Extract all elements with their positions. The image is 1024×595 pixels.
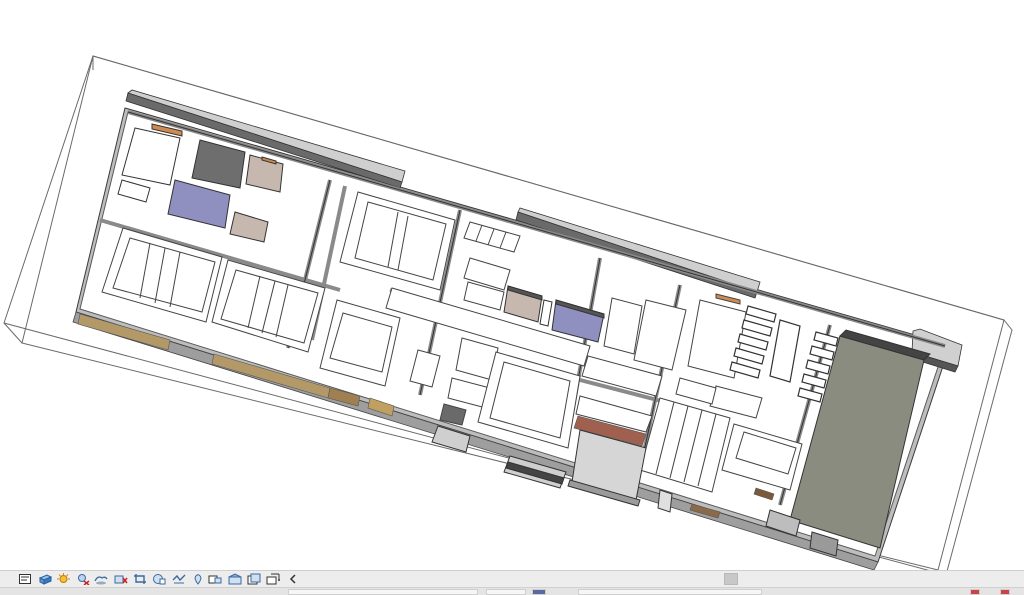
- temporary-view-properties-icon[interactable]: [228, 572, 242, 586]
- status-field: [288, 589, 478, 595]
- status-field: [486, 589, 526, 595]
- status-bar: [0, 587, 1024, 595]
- selection-icon[interactable]: [1000, 589, 1010, 595]
- unlocked-3d-view-icon[interactable]: [172, 572, 186, 586]
- collapse-arrow-icon[interactable]: [286, 572, 300, 586]
- show-analytical-model-icon[interactable]: [247, 572, 261, 586]
- workset-icon[interactable]: [532, 589, 546, 595]
- shadows-icon[interactable]: [94, 572, 108, 586]
- status-field: [578, 589, 762, 595]
- temporary-hide-isolate-icon[interactable]: [191, 572, 205, 586]
- sun-path-off-icon[interactable]: [76, 572, 90, 586]
- view-control-bar: [0, 570, 1024, 587]
- visual-style-icon[interactable]: [56, 572, 70, 586]
- 3d-view-canvas[interactable]: [0, 0, 1024, 570]
- horizontal-scrollbar-thumb[interactable]: [724, 573, 738, 585]
- show-rendering-dialog-icon[interactable]: [114, 572, 128, 586]
- show-crop-region-icon[interactable]: [152, 572, 166, 586]
- crop-view-icon[interactable]: [134, 572, 148, 586]
- filter-icon[interactable]: [970, 589, 980, 595]
- scale-icon[interactable]: [18, 572, 32, 586]
- highlight-displacement-icon[interactable]: [266, 572, 280, 586]
- reveal-hidden-elements-icon[interactable]: [208, 572, 222, 586]
- detail-level-icon[interactable]: [38, 572, 52, 586]
- building-model: [3, 55, 1013, 570]
